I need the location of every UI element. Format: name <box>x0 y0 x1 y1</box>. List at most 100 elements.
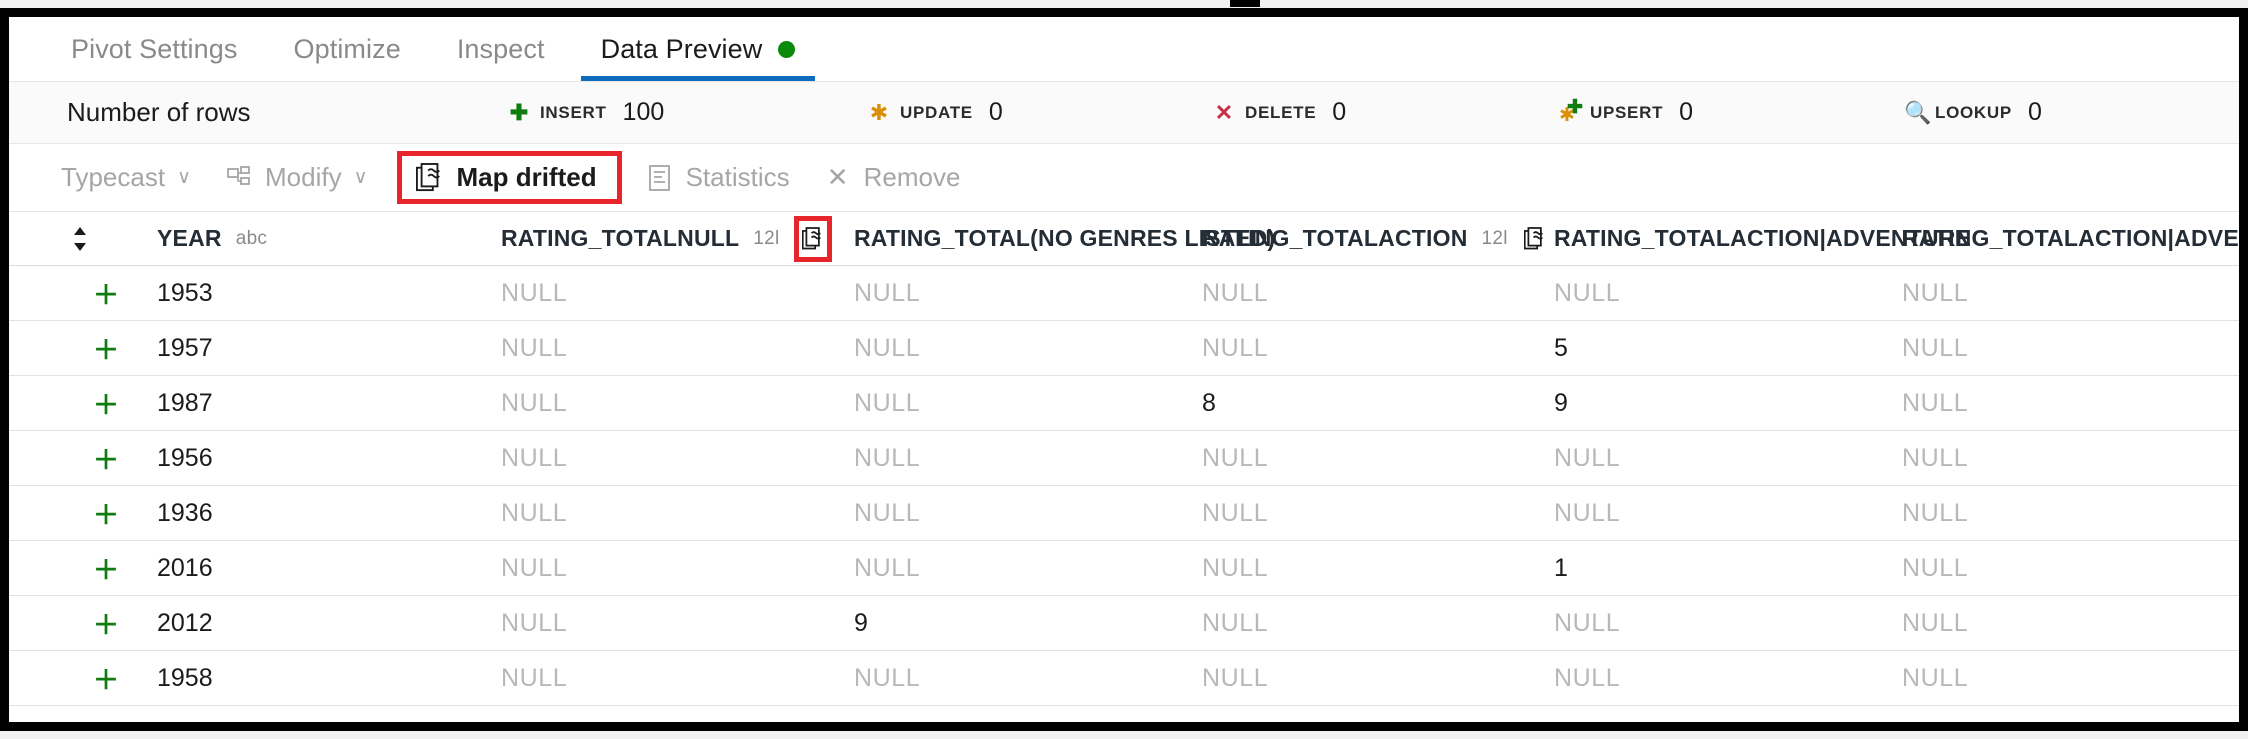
remove-button[interactable]: ✕ Remove <box>824 162 961 193</box>
table-row[interactable]: ＋ 1987 NULL NULL 8 9 NULL <box>9 376 2239 431</box>
cell-year: 1936 <box>157 498 213 527</box>
column-name: RATING_TOTALNULL <box>501 225 740 251</box>
cell-rating-totalaction: NULL <box>1202 333 1269 362</box>
table-row[interactable]: ＋ 1958 NULL NULL NULL NULL NULL <box>9 651 2239 706</box>
typecast-label: Typecast <box>61 162 166 192</box>
cell-rating-totalaction-adventure: NULL <box>1554 608 1621 637</box>
cell-rating-totalaction: NULL <box>1202 498 1269 527</box>
cell-rating-totalnull: NULL <box>501 333 568 362</box>
screenshot-root: Pivot Settings Optimize Inspect Data Pre… <box>0 0 2248 739</box>
delete-x-icon: ✕ <box>1214 99 1234 125</box>
table-row[interactable]: ＋ 1953 NULL NULL NULL NULL NULL <box>9 266 2239 321</box>
tab-label: Inspect <box>456 33 545 64</box>
grid-header-row: YEAR abc RATING_TOTALNULL 12l RATING_TOT… <box>9 212 2239 266</box>
cell-rating-totalnull: NULL <box>501 663 568 692</box>
table-row[interactable]: ＋ 2012 NULL 9 NULL NULL NULL <box>9 596 2239 651</box>
cell-rating-total-no-genres: NULL <box>854 278 921 307</box>
cell-rating-totalnull: NULL <box>501 443 568 472</box>
column-actions-toolbar: Typecast ∨ Modify ∨ Map drifted Statisti… <box>9 144 2239 212</box>
column-header-rating-totalaction-adventure-a[interactable]: RATING_TOTALACTION|ADVENTURE|A <box>1902 212 2239 265</box>
cell-rating-totalnull: NULL <box>501 498 568 527</box>
annotated-panel-frame: Pivot Settings Optimize Inspect Data Pre… <box>0 8 2248 731</box>
cell-rating-totalnull: NULL <box>501 553 568 582</box>
table-row[interactable]: ＋ 2016 NULL NULL NULL 1 NULL <box>9 541 2239 596</box>
row-insert-marker-icon: ＋ <box>93 554 120 585</box>
row-insert-marker-icon: ＋ <box>93 279 120 310</box>
cell-rating-total-no-genres: NULL <box>854 663 921 692</box>
cell-rating-totalaction-adventure-a: NULL <box>1902 498 1969 527</box>
row-count-summary-bar: Number of rows ✚ INSERT 100 ✱ UPDATE 0 ✕… <box>9 82 2239 144</box>
cell-rating-totalaction-adventure: NULL <box>1554 663 1621 692</box>
cell-year: 1987 <box>157 388 213 417</box>
close-icon: ✕ <box>826 162 849 192</box>
column-header-rating-totalnull[interactable]: RATING_TOTALNULL 12l <box>501 212 832 265</box>
stat-label: INSERT <box>540 102 607 122</box>
cell-rating-totalaction: NULL <box>1202 278 1269 307</box>
stat-upsert: ✱ ✚ UPSERT 0 <box>1559 98 1693 127</box>
cell-year: 2012 <box>157 608 213 637</box>
stat-delete: ✕ DELETE 0 <box>1214 98 1346 127</box>
row-insert-marker-icon: ＋ <box>93 444 120 475</box>
number-of-rows-label: Number of rows <box>67 97 251 127</box>
tab-inspect[interactable]: Inspect <box>429 17 573 81</box>
cell-rating-totalaction-adventure: NULL <box>1554 443 1621 472</box>
cell-rating-totalaction: NULL <box>1202 553 1269 582</box>
tab-optimize[interactable]: Optimize <box>266 17 429 81</box>
column-drift-icon[interactable] <box>1521 224 1549 254</box>
cell-rating-totalaction-adventure-a: NULL <box>1902 278 1969 307</box>
stat-value: 0 <box>1332 98 1347 126</box>
cell-rating-totalaction-adventure-a: NULL <box>1902 388 1969 417</box>
row-insert-marker-icon: ＋ <box>93 499 120 530</box>
cell-rating-totalaction: NULL <box>1202 663 1269 692</box>
sort-toggle-icon[interactable] <box>67 212 93 265</box>
column-type-number: 12l <box>1481 227 1508 249</box>
table-row[interactable]: ＋ 1957 NULL NULL NULL 5 NULL <box>9 321 2239 376</box>
row-insert-marker-icon: ＋ <box>93 389 120 420</box>
tab-label: Pivot Settings <box>71 33 238 64</box>
column-type-number: 12l <box>753 227 780 249</box>
cell-year: 1957 <box>157 333 213 362</box>
statistics-icon <box>646 164 674 192</box>
cell-rating-totalaction-adventure-a: NULL <box>1902 663 1969 692</box>
cell-rating-totalnull: NULL <box>501 278 568 307</box>
cell-rating-totalaction-adventure-a: NULL <box>1902 608 1969 637</box>
upsert-icon: ✱ ✚ <box>1559 98 1583 126</box>
stat-value: 100 <box>622 98 665 126</box>
tab-label: Optimize <box>293 33 401 64</box>
table-row[interactable]: ＋ 1936 NULL NULL NULL NULL NULL <box>9 486 2239 541</box>
modify-button[interactable]: Modify ∨ <box>225 162 367 193</box>
cell-rating-total-no-genres: 9 <box>854 608 868 637</box>
map-drifted-icon <box>416 162 444 192</box>
cell-rating-total-no-genres: NULL <box>854 553 921 582</box>
typecast-button[interactable]: Typecast ∨ <box>61 162 191 193</box>
data-flow-bottom-panel: Pivot Settings Optimize Inspect Data Pre… <box>9 17 2239 722</box>
tab-label: Data Preview <box>600 33 763 64</box>
cell-rating-totalnull: NULL <box>501 388 568 417</box>
table-row[interactable]: ＋ 1956 NULL NULL NULL NULL NULL <box>9 431 2239 486</box>
map-drifted-highlight-box: Map drifted <box>397 151 622 204</box>
cell-rating-totalaction: NULL <box>1202 608 1269 637</box>
cell-rating-totalaction: NULL <box>1202 443 1269 472</box>
statistics-label: Statistics <box>685 162 790 192</box>
row-insert-marker-icon: ＋ <box>93 609 120 640</box>
cell-rating-totalaction-adventure-a: NULL <box>1902 553 1969 582</box>
cell-rating-totalaction: 8 <box>1202 388 1216 417</box>
stat-label: LOOKUP <box>1935 102 2012 122</box>
remove-label: Remove <box>863 162 961 192</box>
modify-label: Modify <box>264 162 342 192</box>
cell-rating-total-no-genres: NULL <box>854 388 921 417</box>
map-drifted-button[interactable]: Map drifted <box>416 162 597 193</box>
column-drift-icon-highlighted[interactable] <box>793 215 832 262</box>
cell-rating-totalaction-adventure: 1 <box>1554 553 1568 582</box>
tab-data-preview[interactable]: Data Preview <box>573 17 824 81</box>
upsert-plus-part: ✚ <box>1567 96 1583 118</box>
cell-rating-total-no-genres: NULL <box>854 498 921 527</box>
statistics-button[interactable]: Statistics <box>646 162 790 193</box>
map-drifted-label: Map drifted <box>456 162 597 192</box>
stat-value: 0 <box>988 98 1003 126</box>
column-header-rating-totalaction[interactable]: RATING_TOTALACTION 12l <box>1202 212 1549 265</box>
stat-lookup: 🔍 LOOKUP 0 <box>1904 98 2042 127</box>
tab-pivot-settings[interactable]: Pivot Settings <box>43 17 266 81</box>
stat-value: 0 <box>1679 98 1694 126</box>
column-header-year[interactable]: YEAR abc <box>157 212 267 265</box>
